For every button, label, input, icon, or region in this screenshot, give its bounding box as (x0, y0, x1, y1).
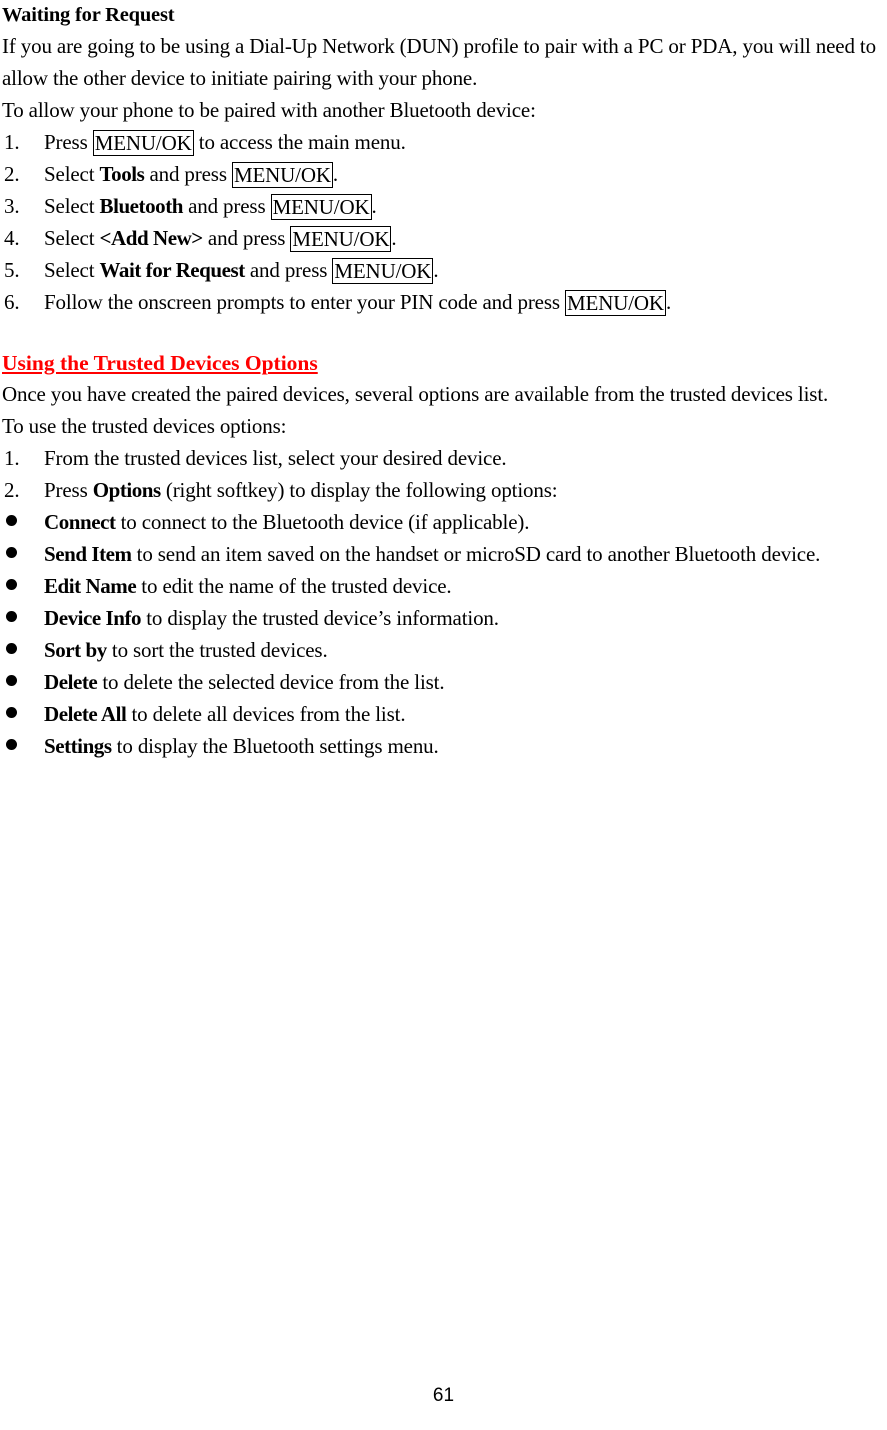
keycap-menu-ok: MENU/OK (231, 162, 333, 188)
bullet-icon (6, 698, 42, 730)
option-term: Settings (44, 734, 112, 758)
step-text-pre: Select (44, 194, 100, 218)
list-item: 2. Select Tools and press MENU/OK. (2, 158, 885, 190)
step-text-post: to access the main menu. (193, 130, 406, 154)
list-marker: 2. (4, 478, 20, 502)
document-page: Waiting for Request If you are going to … (0, 0, 887, 1430)
step-text-post: . (391, 226, 397, 250)
section1-step-list: 1. Press MENU/OK to access the main menu.… (2, 126, 885, 318)
section2-lead-in: To use the trusted devices options: (2, 414, 287, 438)
section-heading-waiting-for-request: Waiting for Request (2, 4, 175, 26)
option-description: to edit the name of the trusted device. (136, 574, 452, 598)
option-description: to display the trusted device’s informat… (141, 606, 499, 630)
section2-step-list: 1. From the trusted devices list, select … (2, 442, 885, 506)
option-term: Send Item (44, 542, 132, 566)
option-description: to connect to the Bluetooth device (if a… (115, 510, 530, 534)
keycap-menu-ok: MENU/OK (92, 130, 194, 156)
step-text-mid: and press (244, 258, 333, 282)
step-text-post: (right softkey) to display the following… (160, 478, 558, 502)
list-item: Settings to display the Bluetooth settin… (2, 730, 885, 762)
menu-term: Tools (99, 162, 145, 186)
keycap-menu-ok: MENU/OK (270, 194, 372, 220)
step-text-post: . (332, 162, 339, 186)
list-marker: 2. (4, 162, 20, 186)
list-item: Send Item to send an item saved on the h… (2, 538, 885, 570)
list-item: 3. Select Bluetooth and press MENU/OK. (2, 190, 885, 222)
option-term: Delete (44, 670, 98, 694)
list-item: Edit Name to edit the name of the truste… (2, 570, 885, 602)
list-marker: 6. (4, 290, 20, 314)
bullet-icon (6, 506, 42, 538)
list-item: 2. Press Options (right softkey) to displ… (2, 474, 885, 506)
list-item: Connect to connect to the Bluetooth devi… (2, 506, 885, 538)
list-item: 1. From the trusted devices list, select … (2, 442, 885, 474)
list-item: 4. Select <Add New> and press MENU/OK. (2, 222, 885, 254)
list-marker: 4. (4, 226, 20, 250)
list-item: Delete to delete the selected device fro… (2, 666, 885, 698)
option-term: Delete All (44, 702, 127, 726)
list-marker: 1. (4, 130, 20, 154)
step-text-pre: Follow the onscreen prompts to enter you… (44, 290, 565, 314)
step-text-pre: From the trusted devices list, select yo… (44, 446, 507, 470)
step-text-pre: Select (44, 162, 100, 186)
step-text-post: . (371, 194, 377, 218)
section2-intro-paragraph: Once you have created the paired devices… (2, 382, 829, 406)
bullet-icon (6, 538, 42, 570)
step-text-pre: Press (44, 478, 93, 502)
step-text-mid: and press (182, 194, 271, 218)
option-description: to send an item saved on the handset or … (131, 542, 821, 566)
menu-term: Wait for Request (99, 258, 246, 282)
step-text-mid: and press (202, 226, 291, 250)
section1-intro-paragraph: If you are going to be using a Dial-Up N… (2, 34, 876, 90)
step-text-pre: Press (44, 130, 93, 154)
list-item: Delete All to delete all devices from th… (2, 698, 885, 730)
step-text-pre: Select (44, 258, 100, 282)
softkey-term: Options (92, 478, 161, 502)
bullet-icon (6, 666, 42, 698)
list-marker: 1. (4, 446, 20, 470)
bullet-icon (6, 602, 42, 634)
option-term: Edit Name (44, 574, 137, 598)
option-term: Sort by (44, 638, 107, 662)
trusted-device-options-list: Connect to connect to the Bluetooth devi… (2, 506, 885, 762)
page-number: 61 (432, 1385, 455, 1406)
bullet-icon (6, 730, 42, 762)
bullet-icon (6, 634, 42, 666)
list-item: 6. Follow the onscreen prompts to enter y… (2, 286, 885, 318)
list-marker: 3. (4, 194, 20, 218)
keycap-menu-ok: MENU/OK (332, 258, 434, 284)
step-text-pre: Select (44, 226, 100, 250)
list-item: Sort by to sort the trusted devices. (2, 634, 885, 666)
list-item: 5. Select Wait for Request and press MENU… (2, 254, 885, 286)
step-text-post: . (665, 290, 672, 314)
list-item: 1. Press MENU/OK to access the main menu. (2, 126, 885, 158)
list-item: Device Info to display the trusted devic… (2, 602, 885, 634)
section-heading-using-trusted-devices-options: Using the Trusted Devices Options (2, 351, 318, 375)
option-description: to delete all devices from the list. (126, 702, 406, 726)
menu-term: Bluetooth (99, 194, 184, 218)
step-text-post: . (433, 258, 439, 282)
bullet-icon (6, 570, 42, 602)
option-description: to display the Bluetooth settings menu. (111, 734, 439, 758)
keycap-menu-ok: MENU/OK (565, 290, 666, 316)
section1-lead-in: To allow your phone to be paired with an… (2, 98, 536, 122)
option-term: Device Info (44, 606, 142, 630)
step-text-mid: and press (144, 162, 232, 186)
option-description: to delete the selected device from the l… (97, 670, 445, 694)
list-marker: 5. (4, 258, 20, 282)
option-description: to sort the trusted devices. (106, 638, 328, 662)
menu-term: <Add New> (99, 226, 204, 250)
option-term: Connect (44, 510, 116, 534)
keycap-menu-ok: MENU/OK (290, 226, 392, 252)
